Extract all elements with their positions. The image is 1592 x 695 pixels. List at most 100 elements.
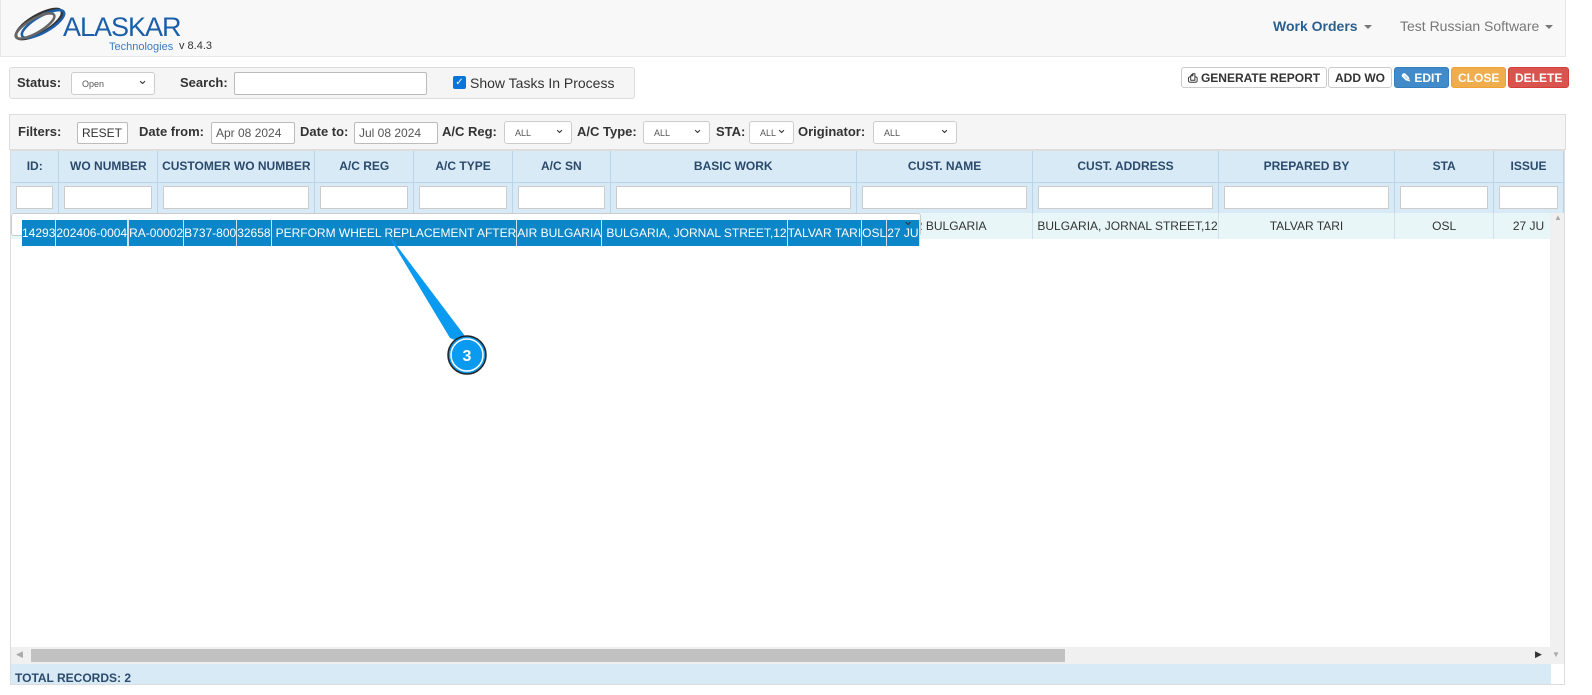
- alaskar-logo: ALASKAR Technologies v 8.4.3: [13, 6, 213, 54]
- table-cell: B737-800: [183, 220, 238, 246]
- status-search-panel: Status: Open Search: ✓ Show Tasks In Pro…: [9, 67, 635, 99]
- column-filter-cell: [413, 182, 513, 213]
- ac-type-select[interactable]: ALL: [643, 121, 710, 144]
- ac-reg-label: A/C Reg:: [442, 124, 497, 139]
- table-cell: RA-00002: [128, 220, 185, 246]
- column-filter-cell: [314, 182, 415, 213]
- delete-button[interactable]: DELETE: [1508, 67, 1570, 88]
- work-orders-grid: ID: WO NUMBER CUSTOMER WO NUMBER A/C REG A/C…: [10, 150, 1565, 685]
- table-cell: AIR BULGARIA: [516, 220, 603, 246]
- table-cell: 202406-0004: [55, 220, 129, 246]
- originator-label: Originator:: [798, 124, 866, 139]
- column-filter-input[interactable]: [861, 186, 1028, 210]
- show-tasks-checkbox[interactable]: ✓: [453, 76, 466, 89]
- scroll-right-icon[interactable]: ▶: [1535, 649, 1542, 660]
- scroll-up-icon[interactable]: ▲: [1554, 213, 1562, 222]
- column-header[interactable]: CUST. NAME: [856, 151, 1034, 183]
- callout-number: 3: [463, 348, 472, 365]
- table-cell: BULGARIA, JORNAL STREET,12: [1032, 213, 1219, 239]
- originator-select[interactable]: ALL: [873, 121, 957, 144]
- column-filter-input[interactable]: [320, 186, 409, 210]
- column-header[interactable]: A/C REG: [314, 151, 415, 183]
- search-input[interactable]: [234, 72, 427, 95]
- status-value: Open: [82, 79, 105, 89]
- ac-reg-select[interactable]: ALL: [504, 121, 572, 144]
- brand-sub: Technologies: [109, 41, 174, 53]
- scroll-left-icon[interactable]: ◀: [16, 649, 23, 660]
- column-filter-cell: [856, 182, 1034, 213]
- scroll-down-icon[interactable]: ▼: [1552, 650, 1560, 659]
- column-filter-input[interactable]: [1499, 186, 1558, 210]
- generate-report-button[interactable]: ⎙ GENERATE REPORT: [1181, 67, 1328, 88]
- brand-name: ALASKAR: [63, 12, 182, 42]
- column-filter-input[interactable]: [615, 186, 851, 210]
- status-select[interactable]: Open: [71, 72, 155, 95]
- edit-button[interactable]: ✎ EDIT: [1394, 67, 1449, 88]
- column-header[interactable]: BASIC WORK: [610, 151, 857, 183]
- column-header[interactable]: A/C TYPE: [413, 151, 513, 183]
- generate-report-label: GENERATE REPORT: [1200, 71, 1321, 85]
- edit-label: EDIT: [1414, 71, 1442, 85]
- sta-value: ALL: [760, 128, 777, 138]
- column-header[interactable]: STA: [1394, 151, 1495, 183]
- table-cell: 32658: [236, 220, 272, 246]
- table-cell: TALVAR TARI: [787, 220, 863, 246]
- column-filter-input[interactable]: [517, 186, 605, 210]
- column-filter-input[interactable]: [1223, 186, 1390, 210]
- horizontal-scrollbar[interactable]: ◀ ▶ ▼: [11, 647, 1560, 664]
- sta-select[interactable]: ALL: [749, 121, 794, 144]
- table-cell: 27 JU: [886, 220, 920, 246]
- column-filter-input[interactable]: [64, 186, 153, 210]
- column-filter-cell: [1032, 182, 1219, 213]
- column-filter-input[interactable]: [419, 186, 507, 210]
- work-orders-table: ID: WO NUMBER CUSTOMER WO NUMBER A/C REG A/C…: [11, 151, 1564, 246]
- table-cell: 14293: [22, 220, 57, 246]
- column-header[interactable]: ID:: [11, 151, 60, 183]
- vertical-scrollbar[interactable]: ▲: [1550, 213, 1564, 664]
- column-filter-input[interactable]: [16, 186, 54, 210]
- table-cell: OSL: [1394, 213, 1495, 239]
- column-filter-cell: [1218, 182, 1396, 213]
- column-filter-cell: [512, 182, 611, 213]
- logo-rings-icon: [14, 7, 66, 41]
- column-filter-cell: [58, 182, 159, 213]
- column-header[interactable]: A/C SN: [512, 151, 611, 183]
- column-filter-cell: [11, 182, 60, 213]
- column-filter-input[interactable]: [1400, 186, 1489, 210]
- caret-down-icon: [1363, 25, 1372, 30]
- scrollbar-thumb[interactable]: [31, 649, 1065, 662]
- ac-type-label: A/C Type:: [577, 124, 637, 139]
- user-menu[interactable]: Test Russian Software: [1400, 18, 1554, 34]
- status-label: Status:: [17, 75, 62, 90]
- column-header[interactable]: CUSTOMER WO NUMBER: [157, 151, 316, 183]
- column-filter-input[interactable]: [1038, 186, 1213, 210]
- edit-icon: ✎: [1401, 71, 1415, 85]
- column-filter-cell: [1493, 182, 1564, 213]
- date-from-input[interactable]: Apr 08 2024: [211, 122, 295, 144]
- date-from-label: Date from:: [139, 124, 205, 139]
- work-orders-menu[interactable]: Work Orders: [1273, 18, 1372, 34]
- date-to-input[interactable]: Jul 08 2024: [354, 122, 438, 144]
- top-navbar: ALASKAR Technologies v 8.4.3 Work Orders…: [0, 0, 1566, 57]
- reset-button[interactable]: RESET: [77, 122, 128, 144]
- originator-value: ALL: [884, 128, 901, 138]
- close-button[interactable]: CLOSE: [1451, 67, 1507, 88]
- table-cell: TALVAR TARI: [1218, 213, 1396, 239]
- column-header[interactable]: ISSUE: [1493, 151, 1564, 183]
- callout-marker: 3: [385, 230, 487, 375]
- column-filter-cell: [157, 182, 316, 213]
- table-cell: OSL: [861, 220, 888, 246]
- column-header[interactable]: CUST. ADDRESS: [1032, 151, 1219, 183]
- table-cell: BULGARIA, JORNAL STREET,12: [601, 220, 788, 246]
- sta-label: STA:: [716, 124, 746, 139]
- column-filter-cell: [1394, 182, 1495, 213]
- date-to-label: Date to:: [300, 124, 349, 139]
- column-header[interactable]: WO NUMBER: [58, 151, 159, 183]
- caret-down-icon: [1545, 25, 1554, 30]
- filters-label: Filters:: [18, 124, 62, 139]
- show-tasks-label: Show Tasks In Process: [470, 75, 615, 91]
- add-wo-button[interactable]: ADD WO: [1328, 67, 1392, 88]
- column-filter-input[interactable]: [163, 186, 310, 210]
- filters-panel: Filters: RESET Date from: Apr 08 2024 Da…: [9, 114, 1566, 150]
- column-header[interactable]: PREPARED BY: [1218, 151, 1396, 183]
